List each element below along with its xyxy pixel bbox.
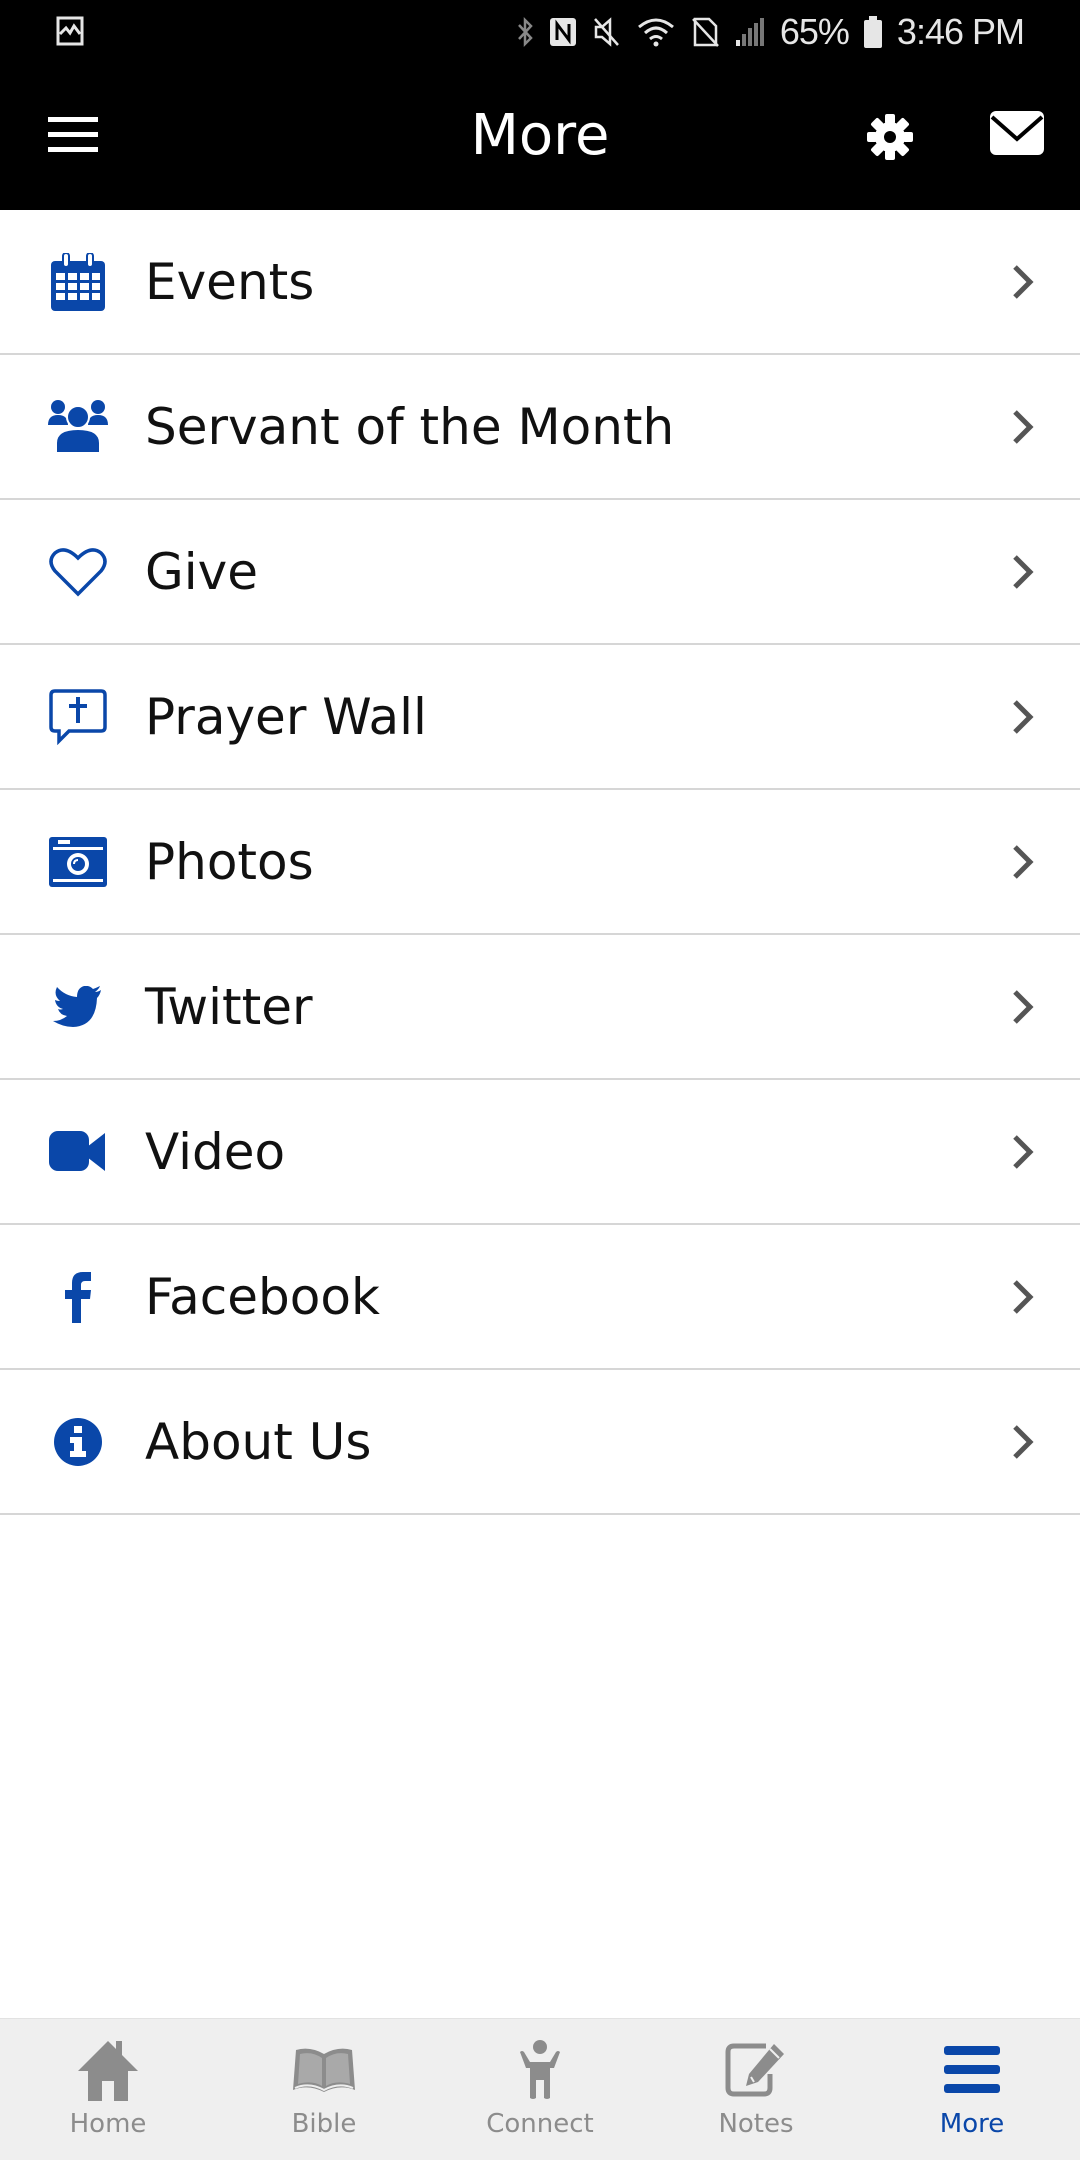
group-icon <box>48 397 108 457</box>
video-camera-icon <box>48 1122 108 1182</box>
nav-tab-notes[interactable]: Notes <box>648 2019 864 2160</box>
menu-item-photos[interactable]: Photos <box>0 790 1080 935</box>
menu-item-label: Give <box>145 542 258 601</box>
signal-icon <box>735 17 764 46</box>
chevron-right-icon <box>1013 409 1034 444</box>
nav-label: Connect <box>486 2109 594 2139</box>
menu-item-label: Events <box>145 252 315 311</box>
nfc-icon <box>549 17 576 46</box>
battery-percent: 65% <box>779 10 850 52</box>
nav-tab-connect[interactable]: Connect <box>432 2019 648 2160</box>
nav-label: Bible <box>291 2109 357 2139</box>
menu-item-twitter[interactable]: Twitter <box>0 935 1080 1080</box>
no-sim-icon <box>691 17 719 47</box>
bible-icon <box>289 2039 359 2101</box>
chevron-right-icon <box>1013 1424 1034 1459</box>
menu-item-facebook[interactable]: Facebook <box>0 1225 1080 1370</box>
gallery-notification-icon <box>56 16 84 46</box>
nav-label: More <box>939 2109 1005 2139</box>
menu-item-events[interactable]: Events <box>0 210 1080 355</box>
connect-person-icon <box>505 2039 575 2101</box>
chevron-right-icon <box>1013 989 1034 1024</box>
nav-tab-bible[interactable]: Bible <box>216 2019 432 2160</box>
home-icon <box>73 2039 143 2101</box>
mail-icon[interactable] <box>990 111 1044 155</box>
nav-label: Notes <box>718 2109 794 2139</box>
mute-icon <box>593 16 619 47</box>
info-icon <box>48 1412 108 1472</box>
wifi-icon <box>637 18 674 46</box>
chevron-right-icon <box>1013 844 1034 879</box>
menu-item-label: About Us <box>145 1412 372 1471</box>
bluetooth-icon <box>517 16 533 47</box>
battery-icon <box>863 15 882 48</box>
menu-item-label: Servant of the Month <box>145 397 675 456</box>
menu-item-label: Twitter <box>145 977 313 1036</box>
nav-tab-more[interactable]: More <box>864 2019 1080 2160</box>
more-menu-icon <box>937 2039 1007 2101</box>
settings-gear-icon[interactable] <box>866 113 914 161</box>
heart-icon <box>48 542 108 602</box>
menu-item-label: Facebook <box>145 1267 380 1326</box>
chevron-right-icon <box>1013 264 1034 299</box>
menu-item-video[interactable]: Video <box>0 1080 1080 1225</box>
clock: 3:46 PM <box>896 10 1025 52</box>
menu-item-label: Prayer Wall <box>145 687 427 746</box>
camera-icon <box>48 832 108 892</box>
app-bar: More <box>0 63 1080 210</box>
status-bar: 65% 3:46 PM <box>0 0 1080 63</box>
chevron-right-icon <box>1013 554 1034 589</box>
bottom-nav: Home Bible Connect Notes More <box>0 2018 1080 2160</box>
calendar-icon <box>48 252 108 312</box>
chevron-right-icon <box>1013 699 1034 734</box>
notes-edit-icon <box>721 2039 791 2101</box>
twitter-icon <box>48 977 108 1037</box>
page-title: More <box>470 103 610 168</box>
menu-item-give[interactable]: Give <box>0 500 1080 645</box>
prayer-chat-icon <box>48 687 108 747</box>
menu-item-label: Photos <box>145 832 314 891</box>
menu-item-about-us[interactable]: About Us <box>0 1370 1080 1515</box>
chevron-right-icon <box>1013 1279 1034 1314</box>
nav-tab-home[interactable]: Home <box>0 2019 216 2160</box>
status-icons: 65% 3:46 PM <box>516 0 1025 63</box>
menu-item-servant-of-the-month[interactable]: Servant of the Month <box>0 355 1080 500</box>
nav-label: Home <box>69 2109 147 2139</box>
facebook-icon <box>48 1267 108 1327</box>
menu-item-prayer-wall[interactable]: Prayer Wall <box>0 645 1080 790</box>
menu-list: Events Servant of the Month Give Prayer … <box>0 210 1080 1515</box>
chevron-right-icon <box>1013 1134 1034 1169</box>
menu-item-label: Video <box>145 1122 286 1181</box>
